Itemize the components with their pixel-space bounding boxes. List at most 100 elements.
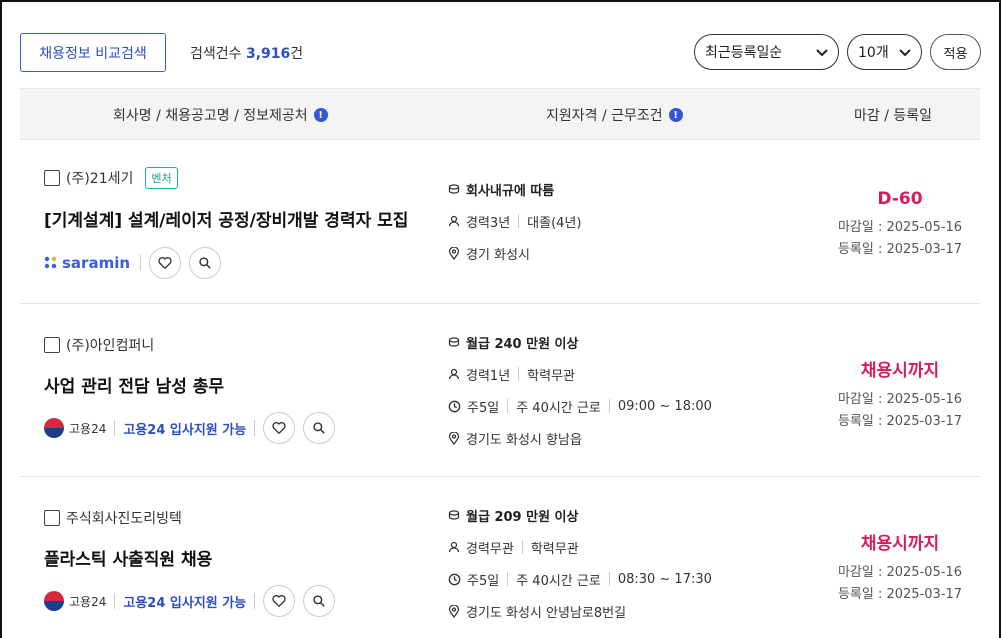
header-deadline: 마감 / 등록일 bbox=[854, 105, 932, 125]
experience-text: 경력3년 bbox=[466, 215, 511, 231]
favorite-button[interactable] bbox=[149, 247, 182, 279]
location-pin-icon bbox=[448, 604, 460, 618]
result-count: 검색건수 3,916건 bbox=[190, 43, 303, 63]
deadline-date: 마감일 : 2025-05-16 bbox=[837, 220, 963, 235]
header-company: 회사명 / 채용공고명 / 정보제공처 ! bbox=[113, 105, 328, 125]
page-size-select[interactable]: 10개 bbox=[847, 34, 922, 70]
divider bbox=[507, 572, 509, 586]
compare-search-button[interactable]: 채용정보 비교검색 bbox=[20, 33, 166, 72]
pay-text: 월급 209 만원 이상 bbox=[466, 509, 579, 525]
search-icon bbox=[313, 422, 325, 434]
company-line: 주식회사진도리빙텍 bbox=[44, 508, 182, 528]
divider bbox=[507, 399, 509, 413]
divider bbox=[518, 214, 520, 228]
company-name[interactable]: 주식회사진도리빙텍 bbox=[66, 508, 182, 528]
select-checkbox[interactable] bbox=[44, 510, 60, 526]
job-row[interactable]: (주)아인컴퍼니 사업 관리 전담 남성 총무 고용24 고용24 입사지원 가… bbox=[20, 304, 980, 477]
chevron-down-icon bbox=[816, 49, 828, 57]
divider bbox=[254, 420, 256, 436]
goyong24-logo: 고용24 bbox=[44, 591, 106, 611]
saramin-label: saramin bbox=[62, 254, 131, 272]
search-icon bbox=[313, 595, 325, 607]
quick-search-button[interactable] bbox=[303, 412, 336, 444]
job-title[interactable]: 플라스틱 사출직원 채용 bbox=[44, 545, 212, 570]
pay-text: 월급 240 만원 이상 bbox=[466, 336, 579, 352]
hours-text: 주 40시간 근로 bbox=[516, 573, 601, 589]
registered-date: 등록일 : 2025-03-17 bbox=[837, 414, 963, 429]
select-checkbox[interactable] bbox=[44, 170, 60, 186]
pay-line: 월급 240 만원 이상 bbox=[448, 334, 712, 352]
location-line: 경기 화성시 bbox=[448, 245, 581, 263]
experience-line: 경력3년 대졸(4년) bbox=[448, 213, 582, 231]
header-company-label: 회사명 / 채용공고명 / 정보제공처 bbox=[113, 108, 308, 124]
taegeuk-icon bbox=[44, 591, 64, 611]
job-row[interactable]: 주식회사진도리빙텍 플라스틱 사출직원 채용 고용24 고용24 입사지원 가능… bbox=[20, 477, 980, 638]
location-text: 경기도 화성시 향남읍 bbox=[466, 432, 582, 448]
chevron-down-icon bbox=[899, 49, 911, 57]
divider bbox=[608, 399, 610, 413]
result-count-unit: 건 bbox=[290, 46, 304, 62]
divider bbox=[114, 420, 116, 436]
experience-line: 경력1년 학력무관 bbox=[448, 366, 712, 384]
hours-text: 주 40시간 근로 bbox=[516, 400, 601, 416]
source-line: saramin bbox=[44, 247, 222, 279]
search-toolbar: 채용정보 비교검색 검색건수 3,916건 최근등록일순 10개 적용 bbox=[20, 33, 981, 73]
heart-icon bbox=[272, 422, 286, 434]
saramin-dots-icon bbox=[44, 256, 57, 269]
job-title[interactable]: [기계설계] 설계/레이저 공정/장비개발 경력자 모집 bbox=[44, 206, 408, 231]
education-text: 학력무관 bbox=[530, 541, 579, 557]
company-line: (주)아인컴퍼니 bbox=[44, 335, 154, 355]
select-checkbox[interactable] bbox=[44, 337, 60, 353]
coin-icon bbox=[448, 184, 460, 194]
workdays-text: 주5일 bbox=[467, 400, 500, 416]
conditions: 월급 209 만원 이상 경력무관 학력무관 주5일 주 40시간 근로 08:… bbox=[448, 507, 712, 621]
sort-select[interactable]: 최근등록일순 bbox=[694, 34, 839, 70]
info-icon[interactable]: ! bbox=[313, 108, 328, 122]
divider bbox=[521, 540, 523, 554]
person-icon bbox=[448, 368, 460, 380]
experience-text: 경력1년 bbox=[466, 368, 511, 384]
quick-search-button[interactable] bbox=[303, 585, 336, 617]
person-icon bbox=[448, 215, 460, 227]
result-count-label: 검색건수 bbox=[190, 46, 242, 62]
favorite-button[interactable] bbox=[263, 585, 296, 617]
deadline-date: 마감일 : 2025-05-16 bbox=[837, 565, 963, 580]
deadline-block: 채용시까지 마감일 : 2025-05-16 등록일 : 2025-03-17 bbox=[820, 356, 980, 433]
apply-button[interactable]: 적용 bbox=[930, 34, 981, 70]
coin-icon bbox=[448, 510, 460, 520]
clock-icon bbox=[448, 400, 461, 412]
registered-date: 등록일 : 2025-03-17 bbox=[837, 242, 963, 257]
deadline-dates: 마감일 : 2025-05-16 등록일 : 2025-03-17 bbox=[820, 562, 980, 606]
source-line: 고용24 고용24 입사지원 가능 bbox=[44, 585, 336, 617]
heart-icon bbox=[158, 257, 172, 269]
education-text: 학력무관 bbox=[527, 368, 575, 384]
header-conditions-label: 지원자격 / 근무조건 bbox=[546, 108, 663, 124]
heart-icon bbox=[272, 595, 286, 607]
goyong24-label: 고용24 bbox=[69, 594, 107, 609]
apply-available-link[interactable]: 고용24 입사지원 가능 bbox=[123, 419, 246, 438]
conditions: 회사내규에 따름 경력3년 대졸(4년) 경기 화성시 bbox=[448, 181, 582, 263]
job-row[interactable]: (주)21세기 벤처 [기계설계] 설계/레이저 공정/장비개발 경력자 모집 … bbox=[20, 141, 980, 304]
experience-text: 경력무관 bbox=[466, 541, 514, 557]
education-text: 대졸(4년) bbox=[527, 215, 582, 231]
location-text: 경기도 화성시 안녕남로8번길 bbox=[466, 605, 627, 621]
company-name[interactable]: (주)21세기 bbox=[66, 168, 133, 188]
deadline-block: D-60 마감일 : 2025-05-16 등록일 : 2025-03-17 bbox=[820, 189, 980, 261]
time-text: 08:30 ~ 17:30 bbox=[617, 571, 712, 587]
taegeuk-icon bbox=[44, 418, 64, 438]
header-conditions: 지원자격 / 근무조건 ! bbox=[546, 105, 683, 125]
quick-search-button[interactable] bbox=[189, 247, 222, 279]
table-header: 회사명 / 채용공고명 / 정보제공처 ! 지원자격 / 근무조건 ! 마감 /… bbox=[20, 88, 980, 140]
venture-badge: 벤처 bbox=[145, 167, 178, 189]
location-pin-icon bbox=[448, 431, 460, 445]
pay-line: 회사내규에 따름 bbox=[448, 181, 581, 199]
job-title[interactable]: 사업 관리 전담 남성 총무 bbox=[44, 372, 224, 397]
info-icon[interactable]: ! bbox=[668, 108, 683, 122]
company-name[interactable]: (주)아인컴퍼니 bbox=[66, 335, 154, 355]
apply-available-link[interactable]: 고용24 입사지원 가능 bbox=[123, 592, 246, 611]
favorite-button[interactable] bbox=[263, 412, 296, 444]
deadline-dates: 마감일 : 2025-05-16 등록일 : 2025-03-17 bbox=[820, 389, 980, 433]
deadline-date: 마감일 : 2025-05-16 bbox=[837, 392, 963, 407]
deadline-block: 채용시까지 마감일 : 2025-05-16 등록일 : 2025-03-17 bbox=[820, 529, 980, 606]
page-frame: 채용정보 비교검색 검색건수 3,916건 최근등록일순 10개 적용 회사명 … bbox=[0, 0, 1001, 638]
